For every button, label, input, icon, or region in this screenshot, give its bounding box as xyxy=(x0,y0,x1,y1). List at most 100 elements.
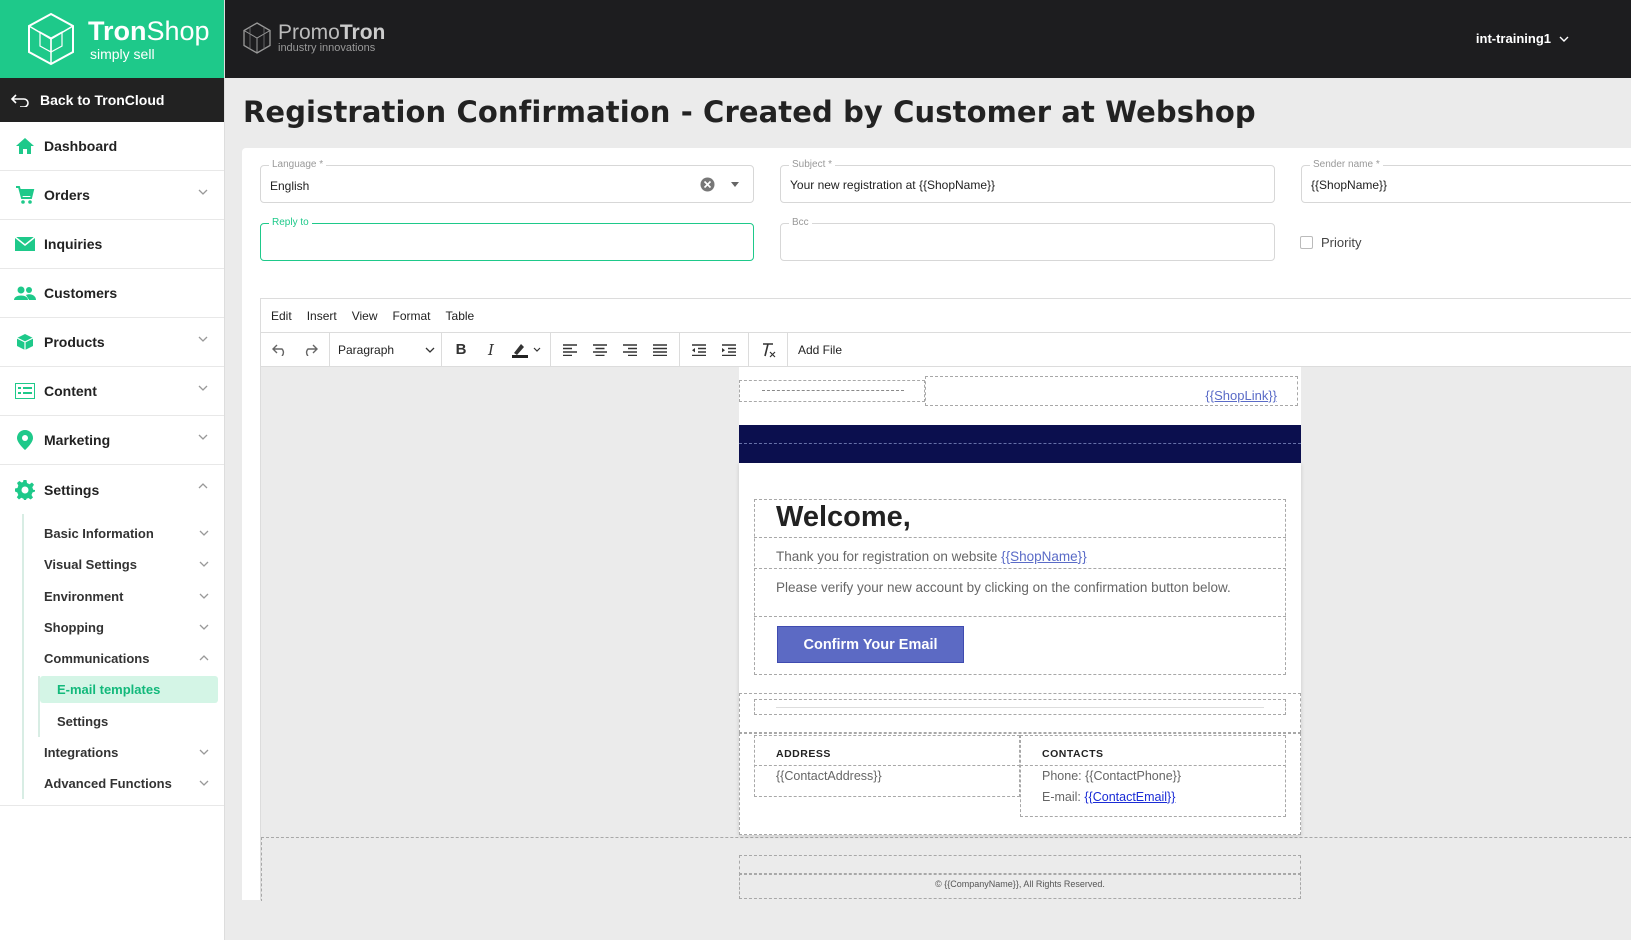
contact-email-link[interactable]: {{ContactEmail}} xyxy=(1084,790,1175,804)
sidebar-item-products[interactable]: Products xyxy=(0,318,224,367)
settings-sub-shopping[interactable]: Shopping xyxy=(24,612,224,643)
email-value: E-mail: {{ContactEmail}} xyxy=(1042,790,1175,804)
sidebar-item-dashboard[interactable]: Dashboard xyxy=(0,122,224,171)
chevron-down-icon xyxy=(198,336,208,342)
settings-section: Settings Basic Information Visual Settin… xyxy=(0,465,224,807)
shopname-link[interactable]: {{ShopName}} xyxy=(1001,549,1087,564)
clear-format-group xyxy=(749,332,788,367)
submenu-label: Communications xyxy=(44,651,150,667)
chevron-down-icon xyxy=(199,624,209,630)
sidebar-item-label: Products xyxy=(44,334,105,350)
sidebar-item-label: Marketing xyxy=(44,432,111,448)
thanks-label: Thank you for registration on website xyxy=(776,549,1002,564)
banner-rule xyxy=(739,443,1301,444)
priority-checkbox[interactable]: Priority xyxy=(1300,235,1361,250)
subject-label: Subject * xyxy=(789,159,836,170)
sidebar-item-customers[interactable]: Customers xyxy=(0,269,224,318)
italic-icon[interactable]: I xyxy=(476,336,506,364)
align-center-icon[interactable] xyxy=(585,336,615,364)
bold-icon[interactable]: B xyxy=(446,336,476,364)
address-cell xyxy=(754,735,1020,797)
undo-icon[interactable] xyxy=(265,336,295,364)
menu-table[interactable]: Table xyxy=(446,309,475,323)
submenu-label: E-mail templates xyxy=(57,682,161,698)
settings-sub-basic-information[interactable]: Basic Information xyxy=(24,518,224,549)
communications-sub-email-templates[interactable]: E-mail templates xyxy=(40,676,218,704)
people-icon xyxy=(14,282,36,304)
communications-sub-settings[interactable]: Settings xyxy=(40,705,224,736)
settings-sub-environment[interactable]: Environment xyxy=(24,581,224,612)
sidebar-item-content[interactable]: Content xyxy=(0,367,224,416)
top-bar: PromoTron industry innovations int-train… xyxy=(225,0,1631,78)
sender-name-value: {{ShopName}} xyxy=(1311,178,1388,192)
promotron-logo: PromoTron industry innovations xyxy=(242,22,385,54)
language-value: English xyxy=(270,179,310,193)
dropdown-arrow-icon[interactable] xyxy=(731,182,739,187)
footer-spacer xyxy=(739,855,1301,875)
chevron-down-icon xyxy=(1559,36,1569,42)
tronshop-logo[interactable]: TronShop simply sell xyxy=(0,0,224,78)
user-menu[interactable]: int-training1 xyxy=(1476,31,1569,46)
clear-icon[interactable] xyxy=(700,177,715,192)
email-prefix: E-mail: xyxy=(1042,790,1085,804)
sidebar-item-label: Inquiries xyxy=(44,236,103,252)
sender-name-field[interactable]: Sender name * {{ShopName}} xyxy=(1301,159,1631,203)
editor-canvas[interactable]: {{ShopLink}} Welcome, Thank you for regi… xyxy=(261,367,1631,901)
clear-formatting-icon[interactable] xyxy=(753,336,783,364)
align-right-icon[interactable] xyxy=(615,336,645,364)
shop-link[interactable]: {{ShopLink}} xyxy=(1205,388,1277,403)
promo-name-light: Promo xyxy=(278,21,340,44)
back-to-troncloud-link[interactable]: Back to TronCloud xyxy=(0,78,224,122)
settings-sub-advanced-functions[interactable]: Advanced Functions xyxy=(24,768,224,799)
cell-rule xyxy=(1020,765,1286,766)
redo-icon[interactable] xyxy=(295,336,325,364)
outdent-icon[interactable] xyxy=(684,336,714,364)
navy-banner xyxy=(739,425,1301,463)
align-left-icon[interactable] xyxy=(555,336,585,364)
sidebar-item-label: Content xyxy=(44,383,97,399)
chevron-down-icon xyxy=(425,347,435,353)
copyright-text: © {{CompanyName}}, All Rights Reserved. xyxy=(935,879,1105,889)
justify-icon[interactable] xyxy=(645,336,675,364)
subject-field[interactable]: Subject * Your new registration at {{Sho… xyxy=(780,159,1275,203)
checkbox-box[interactable] xyxy=(1300,236,1313,249)
brand-name-bold: Tron xyxy=(88,15,147,46)
pin-icon xyxy=(14,429,36,451)
menu-view[interactable]: View xyxy=(352,309,378,323)
menu-edit[interactable]: Edit xyxy=(271,309,292,323)
chevron-up-icon xyxy=(199,655,209,661)
contacts-heading: CONTACTS xyxy=(1042,748,1104,760)
sidebar-item-label: Customers xyxy=(44,285,118,301)
list-icon xyxy=(14,380,36,402)
confirm-email-button[interactable]: Confirm Your Email xyxy=(777,626,964,663)
editor-menubar: Edit Insert View Format Table xyxy=(261,299,1631,333)
email-header: {{ShopLink}} xyxy=(739,367,1301,425)
block-format-value: Paragraph xyxy=(338,342,395,357)
sidebar-item-orders[interactable]: Orders xyxy=(0,171,224,220)
user-name: int-training1 xyxy=(1475,31,1551,46)
settings-sub-integrations[interactable]: Integrations xyxy=(24,737,224,768)
logo-rule xyxy=(762,390,904,391)
page-title: Registration Confirmation - Created by C… xyxy=(243,95,1256,129)
add-file-button[interactable]: Add File xyxy=(788,343,842,357)
menu-format[interactable]: Format xyxy=(393,309,431,323)
settings-sub-visual-settings[interactable]: Visual Settings xyxy=(24,549,224,580)
mail-icon xyxy=(14,233,36,255)
welcome-heading: Welcome, xyxy=(776,501,911,533)
chevron-down-icon xyxy=(198,189,208,195)
sidebar-item-inquiries[interactable]: Inquiries xyxy=(0,220,224,269)
submenu-label: Integrations xyxy=(44,744,119,760)
highlight-color-icon[interactable] xyxy=(506,336,546,364)
language-select[interactable]: Language * English xyxy=(260,159,754,203)
history-group xyxy=(261,332,330,367)
indent-icon[interactable] xyxy=(714,336,744,364)
reply-to-field[interactable]: Reply to xyxy=(260,217,754,261)
cell-rule xyxy=(754,765,1020,766)
gear-icon xyxy=(14,479,36,501)
block-format-select[interactable]: Paragraph xyxy=(330,332,442,367)
sidebar-item-marketing[interactable]: Marketing xyxy=(0,416,224,465)
menu-insert[interactable]: Insert xyxy=(307,309,337,323)
sidebar-item-settings[interactable]: Settings xyxy=(0,465,224,514)
settings-sub-communications[interactable]: Communications xyxy=(24,643,224,674)
bcc-field[interactable]: Bcc xyxy=(780,217,1275,261)
